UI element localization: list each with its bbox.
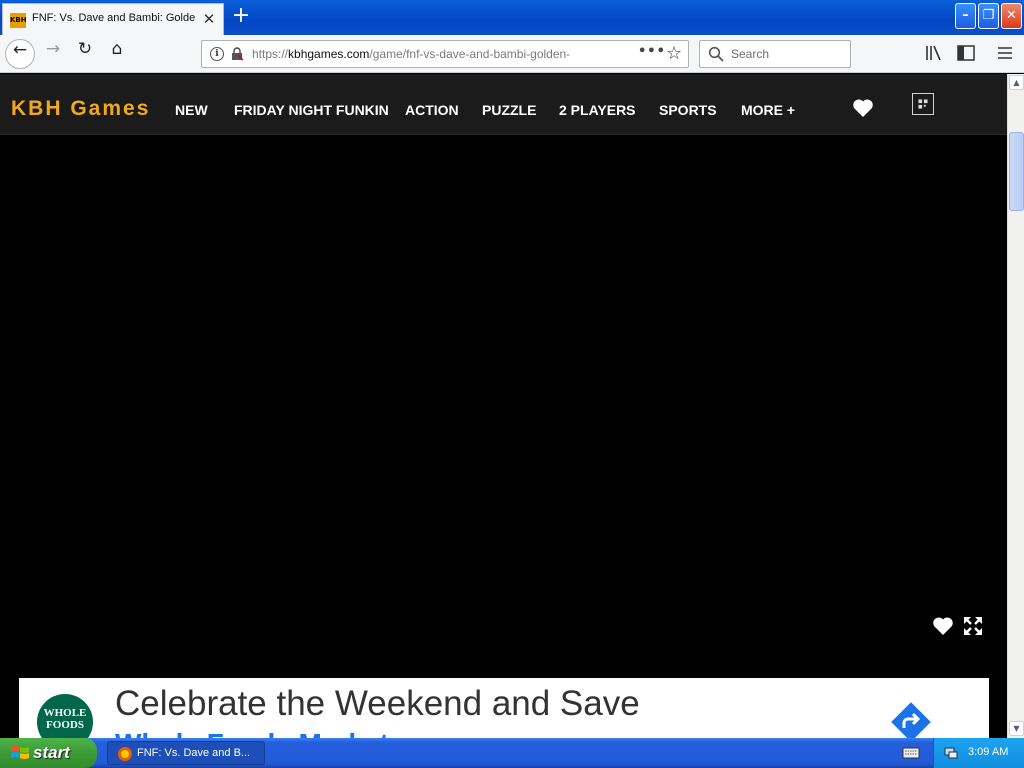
restore-window-button[interactable]: ❐	[978, 3, 999, 29]
menu-icon[interactable]	[995, 44, 1015, 62]
browser-toolbar: ← → ↻ ⌂ i https://kbhgames.com/game/fnf-…	[0, 35, 1024, 73]
nav-link-action[interactable]: ACTION	[405, 102, 459, 118]
start-label: start	[33, 743, 70, 762]
game-canvas[interactable]	[0, 136, 1007, 680]
url-path: /game/fnf-vs-dave-and-bambi-golden-	[369, 47, 571, 61]
ad-headline: Celebrate the Weekend and Save	[115, 684, 640, 723]
site-favicon-icon: KBH	[10, 13, 27, 28]
nav-link-sports[interactable]: SPORTS	[659, 102, 717, 118]
close-window-button[interactable]: ✕	[1001, 3, 1022, 29]
close-tab-icon[interactable]: ✕	[201, 11, 217, 27]
back-arrow-icon[interactable]: ←	[5, 39, 35, 69]
nav-link-puzzle[interactable]: PUZZLE	[482, 102, 536, 118]
nav-link-2-players[interactable]: 2 PLAYERS	[559, 102, 636, 118]
taskbar-window-label: FNF: Vs. Dave and B...	[137, 747, 251, 759]
windows-flag-icon	[11, 746, 29, 759]
site-logo[interactable]: KBH Games	[11, 97, 150, 121]
whole-foods-logo: WHOLE FOODS	[37, 694, 93, 738]
browser-tab[interactable]: KBH FNF: Vs. Dave and Bambi: Golden ✕	[2, 3, 224, 35]
fullscreen-icon[interactable]	[962, 615, 984, 637]
ad-logo-line2: FOODS	[46, 719, 84, 731]
forward-arrow-icon[interactable]: →	[38, 39, 68, 69]
scrollbar-thumb[interactable]	[1009, 132, 1024, 211]
nav-link-more[interactable]: MORE +	[741, 102, 795, 118]
info-icon[interactable]: i	[210, 47, 224, 61]
keyboard-icon[interactable]	[902, 746, 920, 760]
home-icon[interactable]: ⌂	[102, 39, 132, 69]
reload-icon[interactable]: ↻	[70, 39, 100, 69]
tab-title: FNF: Vs. Dave and Bambi: Golden	[32, 12, 195, 24]
taskbar-window-button[interactable]: FNF: Vs. Dave and B...	[107, 741, 265, 765]
url-host: kbhgames.com	[288, 47, 370, 61]
nav-link-new[interactable]: NEW	[175, 102, 208, 118]
page-actions-icon[interactable]: •••	[638, 44, 665, 64]
network-icon[interactable]	[943, 745, 959, 761]
star-icon[interactable]: ☆	[666, 43, 686, 65]
url-text[interactable]: https://kbhgames.com/game/fnf-vs-dave-an…	[252, 47, 600, 63]
nav-link-friday-night-funkin[interactable]: FRIDAY NIGHT FUNKIN	[234, 102, 389, 118]
url-scheme: https://	[252, 47, 289, 61]
sidebar-icon[interactable]	[956, 44, 976, 62]
heart-icon[interactable]	[852, 98, 874, 118]
new-tab-button[interactable]: +	[229, 5, 253, 29]
firefox-icon	[118, 747, 132, 761]
share-arrow-icon[interactable]	[887, 698, 935, 738]
browser-tab-strip: KBH FNF: Vs. Dave and Bambi: Golden ✕ + …	[0, 0, 1024, 35]
minimize-window-button[interactable]: –	[955, 3, 976, 29]
ad-logo-line1: WHOLE	[43, 707, 87, 719]
taskbar-clock: 3:09 AM	[968, 746, 1009, 758]
web-page: KBH Games NEW FRIDAY NIGHT FUNKIN ACTION…	[0, 74, 1007, 738]
system-tray: 3:09 AM	[933, 738, 1024, 768]
start-button[interactable]: start	[0, 738, 97, 768]
search-icon	[708, 46, 724, 62]
ad-banner[interactable]: WHOLE FOODS Celebrate the Weekend and Sa…	[19, 678, 989, 738]
vertical-scrollbar[interactable]: ▲ ▼	[1007, 74, 1024, 738]
library-icon[interactable]	[924, 44, 944, 62]
ad-subline: Whole Foods Market	[115, 728, 389, 738]
lock-icon[interactable]	[231, 47, 243, 61]
address-bar[interactable]: i https://kbhgames.com/game/fnf-vs-dave-…	[201, 40, 689, 68]
scroll-up-icon[interactable]: ▲	[1009, 75, 1024, 90]
site-header: KBH Games NEW FRIDAY NIGHT FUNKIN ACTION…	[0, 74, 1007, 135]
search-input[interactable]	[731, 45, 843, 63]
search-bar[interactable]	[699, 40, 851, 68]
qr-icon[interactable]	[912, 93, 934, 115]
taskbar: start FNF: Vs. Dave and B... 3:09 AM	[0, 738, 1024, 768]
heart-icon[interactable]	[932, 616, 954, 636]
scroll-down-icon[interactable]: ▼	[1009, 721, 1024, 736]
